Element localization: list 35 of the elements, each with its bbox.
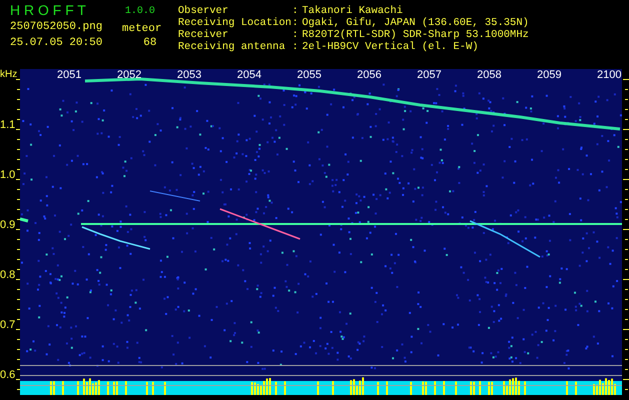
time-label: 2056 (357, 69, 382, 82)
info-value: R820T2(RTL-SDR) SDR-Sharp 53.1000MHz (302, 29, 529, 41)
date-time: 25.07.05 20:50 (10, 36, 104, 49)
info-value: Takanori Kawachi (302, 5, 404, 17)
frequency-label: 1.1 (0, 119, 16, 131)
unit-label: kHz (0, 69, 18, 82)
time-label: 2100 (597, 69, 622, 82)
info-separator: : (292, 29, 300, 41)
info-label: Receiving antenna (178, 41, 286, 53)
time-label: 2057 (417, 69, 442, 82)
file-name: 2507052050.png (10, 20, 104, 33)
frequency-label: 0.8 (0, 269, 16, 281)
frequency-label: 1.0 (0, 169, 16, 181)
info-label: Receiver (178, 29, 230, 41)
info-value: Ogaki, Gifu, JAPAN (136.60E, 35.35N) (302, 17, 529, 29)
time-label: 2051 (57, 69, 82, 82)
info-label: Receiving Location (178, 17, 292, 29)
app-version: 1.0.0 (124, 6, 156, 16)
app-title: H R O F F T (10, 2, 86, 18)
meteor-count: 68 (142, 36, 158, 49)
frequency-label: 0.6 (0, 369, 16, 381)
frequency-label: 0.9 (0, 219, 16, 231)
frequency-label: 0.7 (0, 319, 16, 331)
info-label: Observer (178, 5, 230, 17)
info-separator: : (292, 41, 300, 53)
time-label: 2052 (117, 69, 142, 82)
time-label: 2054 (237, 69, 262, 82)
time-label: 2059 (537, 69, 562, 82)
info-value: 2el-HB9CV Vertical (el. E-W) (302, 41, 480, 53)
info-separator: : (292, 17, 300, 29)
time-label: 2058 (477, 69, 502, 82)
info-separator: : (292, 5, 300, 17)
count-label: meteor (122, 22, 163, 35)
time-label: 2055 (297, 69, 322, 82)
time-label: 2053 (177, 69, 202, 82)
